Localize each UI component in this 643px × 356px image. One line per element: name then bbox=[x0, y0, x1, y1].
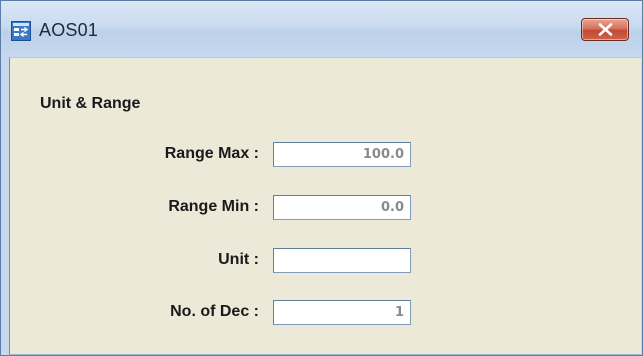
range-max-input[interactable] bbox=[273, 142, 411, 167]
dialog-content: Unit & Range Range Max : Range Min : Uni… bbox=[9, 57, 641, 355]
close-button[interactable] bbox=[581, 18, 629, 41]
unit-label: Unit : bbox=[218, 251, 259, 268]
unit-input[interactable] bbox=[273, 248, 411, 273]
app-window-icon bbox=[11, 21, 31, 41]
section-title: Unit & Range bbox=[40, 95, 141, 112]
range-min-input[interactable] bbox=[273, 195, 411, 220]
dialog-window: AOS01 Unit & Range Range Max : Range Min… bbox=[0, 0, 643, 356]
no-of-dec-label: No. of Dec : bbox=[170, 303, 259, 320]
title-bar[interactable]: AOS01 bbox=[1, 1, 642, 57]
range-min-label: Range Min : bbox=[168, 198, 259, 215]
window-title: AOS01 bbox=[39, 20, 99, 40]
no-of-dec-input[interactable] bbox=[273, 300, 411, 325]
range-max-label: Range Max : bbox=[164, 145, 259, 162]
